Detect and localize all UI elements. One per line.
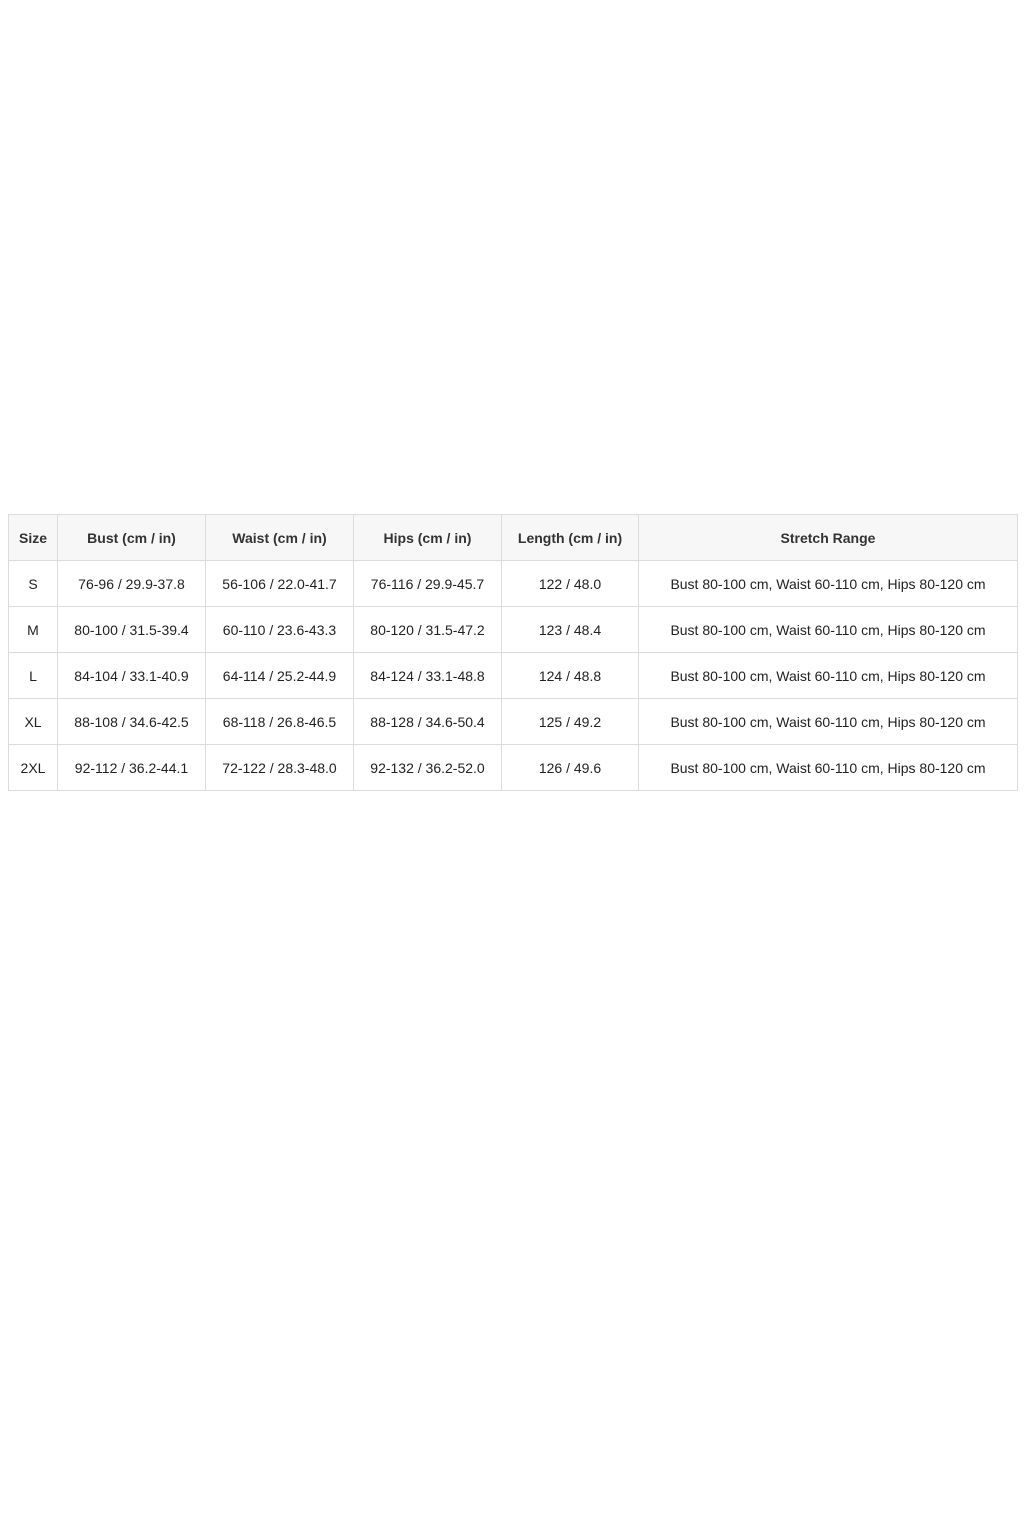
- cell-size: L: [8, 652, 58, 699]
- cell-hips: 76-116 / 29.9-45.7: [353, 560, 502, 607]
- table-row: M 80-100 / 31.5-39.4 60-110 / 23.6-43.3 …: [8, 606, 1018, 653]
- size-chart-table: Size Bust (cm / in) Waist (cm / in) Hips…: [8, 514, 1018, 791]
- cell-bust: 84-104 / 33.1-40.9: [57, 652, 206, 699]
- cell-stretch-range: Bust 80-100 cm, Waist 60-110 cm, Hips 80…: [638, 698, 1018, 745]
- cell-bust: 80-100 / 31.5-39.4: [57, 606, 206, 653]
- cell-length: 122 / 48.0: [501, 560, 639, 607]
- cell-waist: 68-118 / 26.8-46.5: [205, 698, 354, 745]
- cell-length: 124 / 48.8: [501, 652, 639, 699]
- table-header-row: Size Bust (cm / in) Waist (cm / in) Hips…: [8, 514, 1018, 561]
- cell-size: XL: [8, 698, 58, 745]
- cell-length: 125 / 49.2: [501, 698, 639, 745]
- cell-waist: 64-114 / 25.2-44.9: [205, 652, 354, 699]
- cell-hips: 92-132 / 36.2-52.0: [353, 744, 502, 791]
- cell-size: 2XL: [8, 744, 58, 791]
- size-chart-container: Size Bust (cm / in) Waist (cm / in) Hips…: [8, 514, 1018, 791]
- header-size: Size: [8, 514, 58, 561]
- header-waist: Waist (cm / in): [205, 514, 354, 561]
- cell-waist: 56-106 / 22.0-41.7: [205, 560, 354, 607]
- cell-waist: 60-110 / 23.6-43.3: [205, 606, 354, 653]
- cell-hips: 88-128 / 34.6-50.4: [353, 698, 502, 745]
- cell-bust: 92-112 / 36.2-44.1: [57, 744, 206, 791]
- table-row: 2XL 92-112 / 36.2-44.1 72-122 / 28.3-48.…: [8, 744, 1018, 791]
- header-length: Length (cm / in): [501, 514, 639, 561]
- table-row: L 84-104 / 33.1-40.9 64-114 / 25.2-44.9 …: [8, 652, 1018, 699]
- cell-bust: 88-108 / 34.6-42.5: [57, 698, 206, 745]
- cell-stretch-range: Bust 80-100 cm, Waist 60-110 cm, Hips 80…: [638, 560, 1018, 607]
- table-row: XL 88-108 / 34.6-42.5 68-118 / 26.8-46.5…: [8, 698, 1018, 745]
- cell-length: 126 / 49.6: [501, 744, 639, 791]
- cell-hips: 80-120 / 31.5-47.2: [353, 606, 502, 653]
- header-bust: Bust (cm / in): [57, 514, 206, 561]
- cell-stretch-range: Bust 80-100 cm, Waist 60-110 cm, Hips 80…: [638, 606, 1018, 653]
- cell-size: M: [8, 606, 58, 653]
- cell-bust: 76-96 / 29.9-37.8: [57, 560, 206, 607]
- table-row: S 76-96 / 29.9-37.8 56-106 / 22.0-41.7 7…: [8, 560, 1018, 607]
- cell-size: S: [8, 560, 58, 607]
- cell-stretch-range: Bust 80-100 cm, Waist 60-110 cm, Hips 80…: [638, 652, 1018, 699]
- cell-stretch-range: Bust 80-100 cm, Waist 60-110 cm, Hips 80…: [638, 744, 1018, 791]
- cell-hips: 84-124 / 33.1-48.8: [353, 652, 502, 699]
- cell-waist: 72-122 / 28.3-48.0: [205, 744, 354, 791]
- header-hips: Hips (cm / in): [353, 514, 502, 561]
- cell-length: 123 / 48.4: [501, 606, 639, 653]
- header-stretch-range: Stretch Range: [638, 514, 1018, 561]
